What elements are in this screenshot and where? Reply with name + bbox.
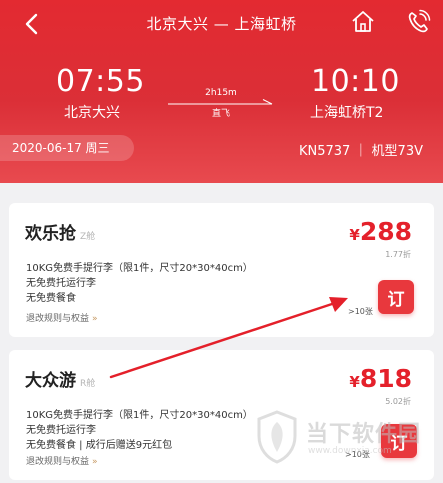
perk-item: 无免费餐食 [26,293,76,304]
arrival-city: 上海虹桥T2 [310,105,384,121]
fare-name: 欢乐抢 Z舱 [25,219,95,244]
flight-date[interactable]: 2020-06-17 周三 [0,135,134,161]
flight-number-info: KN5737 ｜ 机型73V [298,144,423,159]
fare-card: 欢乐抢 Z舱 ¥288 1.77折 10KG免费手提行李（限1件，尺寸20*30*… [9,203,434,337]
home-button[interactable] [349,8,377,36]
watermark-url: www.downxia.com [308,446,392,456]
watermark: 当下软件园 www.downxia.com [256,410,436,470]
book-button[interactable]: 订 [378,280,414,314]
rules-link[interactable]: 退改规则与权益» [26,311,98,324]
fare-perks: 10KG免费手提行李（限1件，尺寸20*30*40cm） 无免费托运行李 无免费… [26,261,253,306]
home-icon [352,11,374,32]
rules-label: 退改规则与权益 [26,314,90,324]
flight-type: 直飞 [211,109,230,119]
perk-item: 10KG免费手提行李（限1件，尺寸20*30*40cm） [26,263,253,274]
fare-price: ¥818 [349,364,412,393]
phone-icon [408,9,431,33]
route-line-icon [168,99,273,105]
departure-city: 北京大兴 [64,105,120,121]
cabin-class: R舱 [80,379,96,389]
seats-remaining: >10张 [348,307,373,316]
price-value: 288 [359,217,412,246]
double-chevron-icon: » [92,314,98,324]
phone-button[interactable] [404,8,432,36]
perk-item: 无免费托运行李 [26,425,96,436]
currency-symbol: ¥ [349,226,360,244]
currency-symbol: ¥ [349,373,360,391]
shield-logo-icon [257,410,297,464]
departure-time: 07:55 [56,64,145,99]
watermark-text: 当下软件园 [306,422,422,447]
fare-name-label: 大众游 [25,371,76,391]
cabin-class: Z舱 [80,232,96,242]
fare-name-label: 欢乐抢 [25,224,76,244]
perk-item: 10KG免费手提行李（限1件，尺寸20*30*40cm） [26,410,253,421]
flight-duration: 2h15m [205,88,237,98]
rules-label: 退改规则与权益 [26,457,90,467]
fare-perks: 10KG免费手提行李（限1件，尺寸20*30*40cm） 无免费托运行李 无免费… [26,408,253,453]
rules-link[interactable]: 退改规则与权益» [26,454,98,467]
fare-name: 大众游 R舱 [25,366,95,391]
fare-price: ¥288 [349,217,412,246]
perk-item: 无免费餐食 | 成行后赠送9元红包 [26,440,173,451]
discount-label: 5.02折 [385,397,411,406]
flight-header: 北京大兴 — 上海虹桥 07:55 北京大兴 2h15m 直飞 10:10 上海… [0,0,443,183]
price-value: 818 [359,364,412,393]
double-chevron-icon: » [92,457,98,467]
arrival-time: 10:10 [311,64,400,99]
perk-item: 无免费托运行李 [26,278,96,289]
discount-label: 1.77折 [385,250,411,259]
